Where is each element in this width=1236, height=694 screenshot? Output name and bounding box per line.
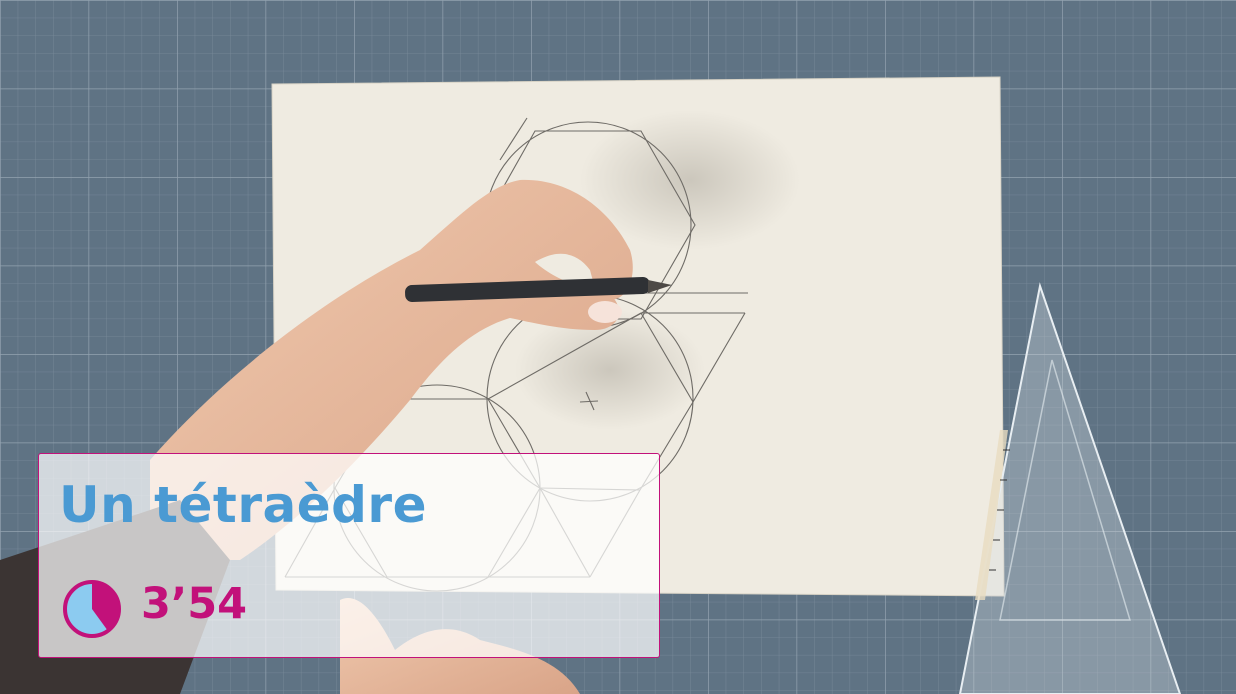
video-title: Un tétraèdre — [59, 476, 427, 534]
video-title-overlay: Un tétraèdre 3’54 — [38, 453, 660, 658]
pie-clock-icon — [63, 580, 121, 638]
video-duration: 3’54 — [141, 579, 248, 629]
